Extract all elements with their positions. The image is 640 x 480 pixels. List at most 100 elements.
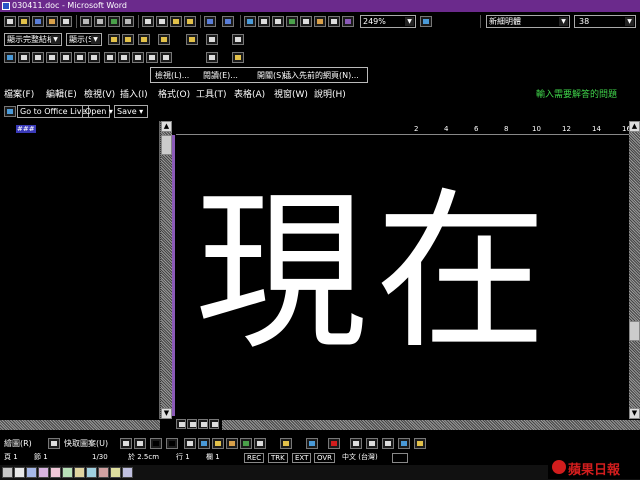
document-canvas[interactable]: 現在	[172, 135, 628, 416]
line-icon[interactable]	[120, 438, 132, 449]
print-preview-icon[interactable]	[94, 16, 106, 27]
line-color-icon[interactable]	[306, 438, 318, 449]
text-box-icon[interactable]	[32, 52, 44, 63]
go-to-office-live-button[interactable]: Go to Office Live	[17, 105, 90, 118]
menu-file[interactable]: 檔案(F)	[4, 87, 34, 100]
status-trk[interactable]: TRK	[268, 453, 288, 463]
picture-icon[interactable]	[240, 438, 252, 449]
show-hide-icon[interactable]	[342, 16, 354, 27]
tables-borders-icon[interactable]	[258, 16, 270, 27]
table-icon[interactable]	[4, 52, 16, 63]
rectangle-icon[interactable]	[150, 438, 162, 449]
font-color-icon[interactable]	[328, 438, 340, 449]
status-ext[interactable]: EXT	[292, 453, 312, 463]
insert-table-icon[interactable]	[272, 16, 284, 27]
print-icon[interactable]	[80, 16, 92, 27]
swatch-icon[interactable]	[26, 467, 37, 478]
scroll-thumb[interactable]	[629, 321, 640, 341]
open-button[interactable]: Open ▾	[82, 105, 113, 118]
redo-icon[interactable]	[222, 16, 234, 27]
reviewing-pane-icon[interactable]	[232, 34, 244, 45]
menu-insert[interactable]: 插入(I)	[120, 87, 148, 100]
previous-change-icon[interactable]	[108, 34, 120, 45]
display-for-review-combo[interactable]: 顯示完整結構 ▼	[4, 33, 62, 46]
menu-format[interactable]: 格式(O)	[158, 87, 190, 100]
save-icon[interactable]	[32, 16, 44, 27]
arrow-style-icon[interactable]	[382, 438, 394, 449]
track-changes-icon[interactable]	[206, 34, 218, 45]
autoshapes-menu[interactable]: 快取圖案(U)	[64, 438, 108, 449]
arrow-icon[interactable]	[134, 438, 146, 449]
research-icon[interactable]	[122, 16, 134, 27]
popup-item-read[interactable]: 閱讀(E)...	[203, 70, 238, 81]
swatch-icon[interactable]	[14, 467, 25, 478]
save-button[interactable]: Save ▾	[114, 105, 148, 118]
show-menu-combo[interactable]: 顯示(S) ▼	[66, 33, 102, 46]
menu-help[interactable]: 說明(H)	[314, 87, 346, 100]
insert-excel-icon[interactable]	[286, 16, 298, 27]
scroll-down-button[interactable]: ▼	[629, 408, 640, 419]
left-vertical-scrollbar[interactable]: ▲ ▼	[161, 121, 172, 419]
scroll-bar-icon[interactable]	[118, 52, 130, 63]
menu-window[interactable]: 視窗(W)	[274, 87, 308, 100]
columns-icon[interactable]	[300, 16, 312, 27]
wordart-icon[interactable]	[198, 438, 210, 449]
shadow-style-icon[interactable]	[398, 438, 410, 449]
image-icon[interactable]	[160, 52, 172, 63]
open-folder-icon[interactable]	[18, 16, 30, 27]
swatch-icon[interactable]	[38, 467, 49, 478]
reject-change-icon[interactable]	[158, 34, 170, 45]
swatch-icon[interactable]	[2, 467, 13, 478]
hyperlink-icon[interactable]	[244, 16, 256, 27]
swatch-icon[interactable]	[110, 467, 121, 478]
swatch-icon[interactable]	[98, 467, 109, 478]
option-button-icon[interactable]	[60, 52, 72, 63]
font-size-combo[interactable]: 38 ▼	[574, 15, 636, 28]
swatch-icon[interactable]	[86, 467, 97, 478]
new-document-icon[interactable]	[4, 16, 16, 27]
font-color-icon[interactable]	[206, 52, 218, 63]
line-style-icon[interactable]	[350, 438, 362, 449]
label-icon[interactable]	[132, 52, 144, 63]
menu-edit[interactable]: 編輯(E)	[46, 87, 77, 100]
document-map-icon[interactable]	[328, 16, 340, 27]
cut-icon[interactable]	[142, 16, 154, 27]
new-comment-icon[interactable]	[186, 34, 198, 45]
office-live-icon[interactable]	[4, 106, 16, 117]
diagram-icon[interactable]	[212, 438, 224, 449]
menu-tools[interactable]: 工具(T)	[196, 87, 227, 100]
scroll-up-button[interactable]: ▲	[161, 121, 172, 132]
normal-view-icon[interactable]	[176, 419, 186, 429]
left-horizontal-scrollbar[interactable]	[0, 420, 160, 430]
popup-item-insert-previous[interactable]: 插入先前的網頁(N)...	[283, 70, 359, 81]
print-layout-icon[interactable]	[198, 419, 208, 429]
web-layout-icon[interactable]	[187, 419, 197, 429]
menu-view[interactable]: 檢視(V)	[84, 87, 115, 100]
scroll-up-button[interactable]: ▲	[629, 121, 640, 132]
document-text[interactable]: 現在	[195, 179, 555, 367]
radio-icon[interactable]	[104, 52, 116, 63]
tools-icon[interactable]	[232, 52, 244, 63]
scroll-thumb[interactable]	[161, 135, 172, 155]
drawing-icon[interactable]	[314, 16, 326, 27]
ask-question-box[interactable]: 輸入需要解答的問題	[536, 87, 617, 100]
paste-icon[interactable]	[170, 16, 182, 27]
popup-item-view[interactable]: 檢視(L)...	[155, 70, 189, 81]
format-painter-icon[interactable]	[184, 16, 196, 27]
list-box-icon[interactable]	[88, 52, 100, 63]
spelling-status-icon[interactable]	[392, 453, 408, 463]
swatch-icon[interactable]	[122, 467, 133, 478]
spelling-icon[interactable]	[108, 16, 120, 27]
outline-view-icon[interactable]	[209, 419, 219, 429]
draw-menu[interactable]: 繪圖(R)	[4, 438, 32, 449]
zoom-combo[interactable]: 249% ▼	[360, 15, 416, 28]
frame-icon[interactable]	[46, 52, 58, 63]
chart-icon[interactable]	[254, 438, 266, 449]
oval-icon[interactable]	[166, 438, 178, 449]
swatch-icon[interactable]	[62, 467, 73, 478]
text-box-icon[interactable]	[184, 438, 196, 449]
scroll-down-button[interactable]: ▼	[161, 408, 172, 419]
horizontal-ruler[interactable]: 2 4 6 8 10 12 14 16	[176, 121, 640, 135]
select-objects-icon[interactable]	[48, 438, 60, 449]
swatch-icon[interactable]	[50, 467, 61, 478]
